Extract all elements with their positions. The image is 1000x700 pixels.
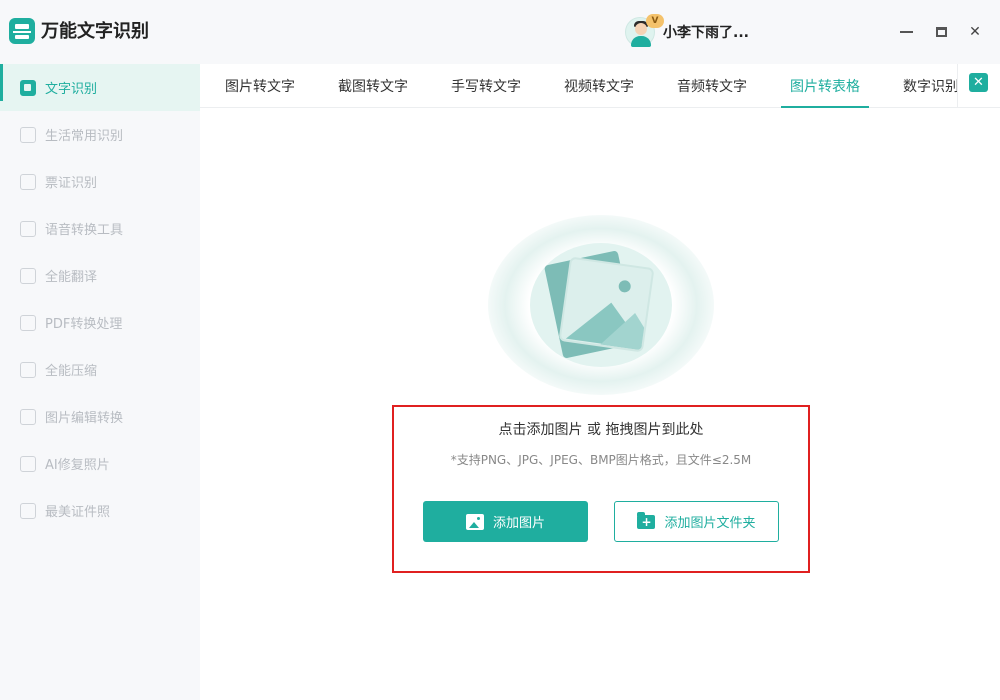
vip-badge: V [646,14,664,28]
sidebar-item-label: 语音转换工具 [45,223,124,238]
sidebar-item-label: 最美证件照 [45,505,111,520]
sidebar-item-label: 票证识别 [45,176,98,191]
maximize-icon [935,27,947,37]
sidebar-item-label: PDF转换处理 [45,317,123,332]
tab-audio-to-text[interactable]: 音频转文字 [659,64,765,108]
tab-image-to-text[interactable]: 图片转文字 [207,64,313,108]
scan-icon [20,126,36,143]
minimize-icon [899,31,913,33]
user-profile[interactable]: V 小李下雨了... [625,12,749,52]
sidebar-item-label: 全能压缩 [45,364,98,379]
sidebar-item-pdf[interactable]: PDF转换处理 [0,299,200,346]
sidebar-item-label: 文字识别 [45,82,98,97]
add-folder-label: 添加图片文件夹 [664,516,756,531]
sidebar-item-text-recognition[interactable]: 文字识别 [0,64,200,111]
ticket-icon [20,173,36,190]
translate-icon [20,267,36,284]
drop-zone-title[interactable]: 点击添加图片 或 拖拽图片到此处 [394,419,808,439]
sidebar-item-id-photo[interactable]: 最美证件照 [0,487,200,534]
tab-close-icon[interactable]: ✕ [969,73,988,92]
voice-icon [20,220,36,237]
tab-number-recognition[interactable]: 数字识别 [885,64,977,108]
maximize-button[interactable] [931,22,951,42]
avatar[interactable]: V [625,14,664,47]
ai-icon [20,455,36,472]
sidebar-item-voice-tools[interactable]: 语音转换工具 [0,205,200,252]
image-edit-icon [20,408,36,425]
sidebar-item-label: 全能翻译 [45,270,98,285]
close-button[interactable]: ✕ [965,22,985,42]
add-image-label: 添加图片 [492,516,545,531]
sidebar-item-compress[interactable]: 全能压缩 [0,346,200,393]
tab-handwriting-to-text[interactable]: 手写转文字 [433,64,539,108]
tab-bar: 图片转文字 截图转文字 手写转文字 视频转文字 音频转文字 图片转表格 数字识别… [200,64,1000,108]
add-folder-button[interactable]: + 添加图片文件夹 [614,501,779,542]
close-icon: ✕ [969,24,981,40]
title-bar: 万能文字识别 V 小李下雨了... ✕ [0,0,1000,64]
pdf-icon [20,314,36,331]
app-logo-icon [9,18,35,44]
sidebar: 文字识别 生活常用识别 票证识别 语音转换工具 全能翻译 PDF转换处理 全能压… [0,64,200,700]
tab-divider [957,64,958,107]
sidebar-item-label: AI修复照片 [45,458,110,473]
picture-icon [558,256,655,353]
sidebar-item-label: 图片编辑转换 [45,411,124,426]
upload-drop-zone[interactable]: 点击添加图片 或 拖拽图片到此处 *支持PNG、JPG、JPEG、BMP图片格式… [392,405,810,573]
app-title: 万能文字识别 [41,21,149,42]
upload-illustration [488,215,714,395]
image-icon [465,513,484,530]
supported-formats-hint: *支持PNG、JPG、JPEG、BMP图片格式，且文件≤2.5M [450,453,752,467]
sidebar-item-ai-photo-repair[interactable]: AI修复照片 [0,440,200,487]
sidebar-item-translate[interactable]: 全能翻译 [0,252,200,299]
scan-text-icon [20,79,36,96]
tab-image-to-table[interactable]: 图片转表格 [772,64,878,108]
folder-plus-icon: + [637,511,656,529]
sidebar-item-life-recognition[interactable]: 生活常用识别 [0,111,200,158]
user-name[interactable]: 小李下雨了... [663,22,749,42]
id-photo-icon [20,502,36,519]
sidebar-item-label: 生活常用识别 [45,129,124,144]
minimize-button[interactable] [896,22,916,42]
tab-screenshot-to-text[interactable]: 截图转文字 [320,64,426,108]
sidebar-item-image-edit[interactable]: 图片编辑转换 [0,393,200,440]
sidebar-item-ticket-recognition[interactable]: 票证识别 [0,158,200,205]
add-image-button[interactable]: 添加图片 [423,501,588,542]
compress-icon [20,361,36,378]
tab-video-to-text[interactable]: 视频转文字 [546,64,652,108]
